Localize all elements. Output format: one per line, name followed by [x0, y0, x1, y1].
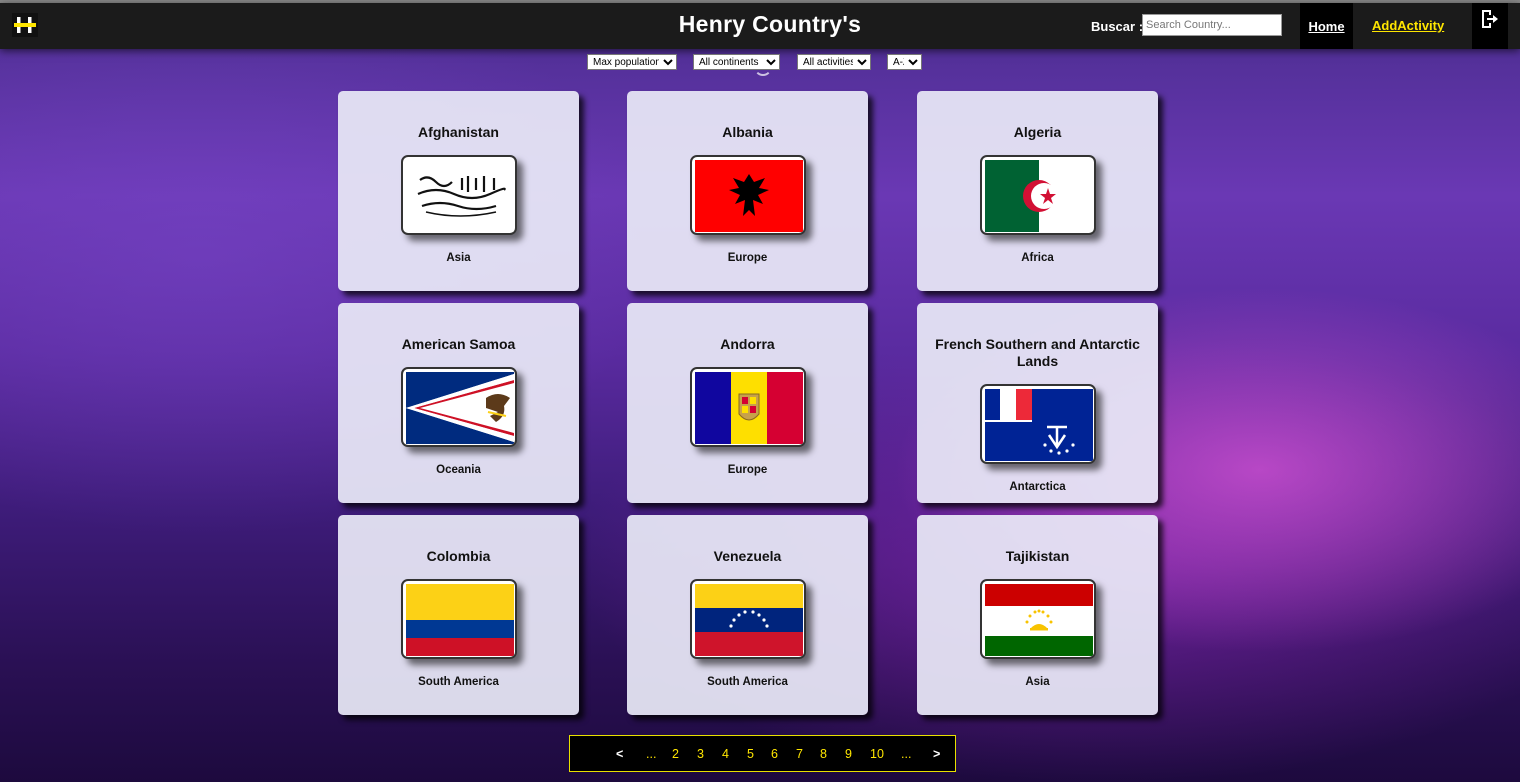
- country-continent: Asia: [1025, 676, 1050, 688]
- country-name: American Samoa: [401, 336, 516, 352]
- home-link[interactable]: Home: [1300, 3, 1353, 49]
- country-card[interactable]: French Southern and Antarctic Lands Anta…: [917, 303, 1158, 503]
- search-label: Buscar :: [1091, 19, 1144, 34]
- page-button-5[interactable]: 5: [747, 747, 754, 761]
- population-sort-select[interactable]: Max population: [587, 54, 677, 70]
- venezuela-flag-icon: [689, 579, 806, 659]
- page-button-10[interactable]: 10: [870, 747, 884, 761]
- country-card[interactable]: Algeria Africa: [917, 91, 1158, 291]
- country-card[interactable]: Venezuela South America: [627, 515, 868, 715]
- logout-icon[interactable]: [1472, 3, 1508, 49]
- page-button-2[interactable]: 2: [672, 747, 679, 761]
- page-button-3[interactable]: 3: [697, 747, 704, 761]
- search-input[interactable]: [1142, 14, 1282, 36]
- country-name: Tajikistan: [1005, 548, 1070, 564]
- country-name: Venezuela: [713, 548, 782, 564]
- tajikistan-flag-icon: [979, 579, 1096, 659]
- country-card[interactable]: American Samoa Oceania: [338, 303, 579, 503]
- country-name: Albania: [722, 124, 773, 140]
- colombia-flag-icon: [400, 579, 517, 659]
- country-continent: Europe: [727, 464, 768, 476]
- andorra-flag-icon: [689, 367, 806, 447]
- country-continent: Asia: [446, 252, 471, 264]
- ellipsis-left[interactable]: ...: [646, 747, 656, 761]
- country-continent: South America: [418, 676, 499, 688]
- country-continent: South America: [707, 676, 788, 688]
- country-continent: Oceania: [436, 464, 481, 476]
- country-continent: Antarctica: [1009, 481, 1066, 493]
- page-button-9[interactable]: 9: [845, 747, 852, 761]
- country-continent: Europe: [727, 252, 768, 264]
- activity-filter-select[interactable]: All activities: [797, 54, 871, 70]
- page-button-4[interactable]: 4: [722, 747, 729, 761]
- alphabetical-order-select[interactable]: A-Z: [887, 54, 922, 70]
- country-name: French Southern and Antarctic Lands: [935, 336, 1140, 369]
- next-page-button[interactable]: >: [933, 747, 940, 761]
- afghanistan-flag-icon: [400, 155, 517, 235]
- page-button-7[interactable]: 7: [796, 747, 803, 761]
- page-title: Henry Country's: [678, 11, 862, 37]
- country-card[interactable]: Colombia South America: [338, 515, 579, 715]
- country-name: Afghanistan: [418, 124, 499, 140]
- country-card[interactable]: Andorra Europe: [627, 303, 868, 503]
- french-southern-lands-flag-icon: [979, 384, 1096, 464]
- albania-flag-icon: [689, 155, 806, 235]
- american-samoa-flag-icon: [400, 367, 517, 447]
- algeria-flag-icon: [979, 155, 1096, 235]
- ellipsis-right[interactable]: ...: [901, 747, 911, 761]
- navbar: Henry Country's Buscar : Home AddActivit…: [0, 3, 1520, 49]
- country-card[interactable]: Afghanistan Asia: [338, 91, 579, 291]
- add-activity-link[interactable]: AddActivity: [1372, 18, 1444, 33]
- prev-page-button[interactable]: <: [616, 747, 623, 761]
- page-button-8[interactable]: 8: [820, 747, 827, 761]
- country-continent: Africa: [1021, 252, 1054, 264]
- country-name: Andorra: [720, 336, 775, 352]
- country-name: Algeria: [1013, 124, 1062, 140]
- country-card[interactable]: Tajikistan Asia: [917, 515, 1158, 715]
- country-name: Colombia: [426, 548, 491, 564]
- page-button-6[interactable]: 6: [771, 747, 778, 761]
- henry-logo[interactable]: [12, 13, 38, 37]
- pagination: < ... 2 3 4 5 6 7 8 9 10 ... >: [569, 735, 956, 772]
- country-card[interactable]: Albania Europe: [627, 91, 868, 291]
- loading-spinner-icon: [754, 58, 772, 76]
